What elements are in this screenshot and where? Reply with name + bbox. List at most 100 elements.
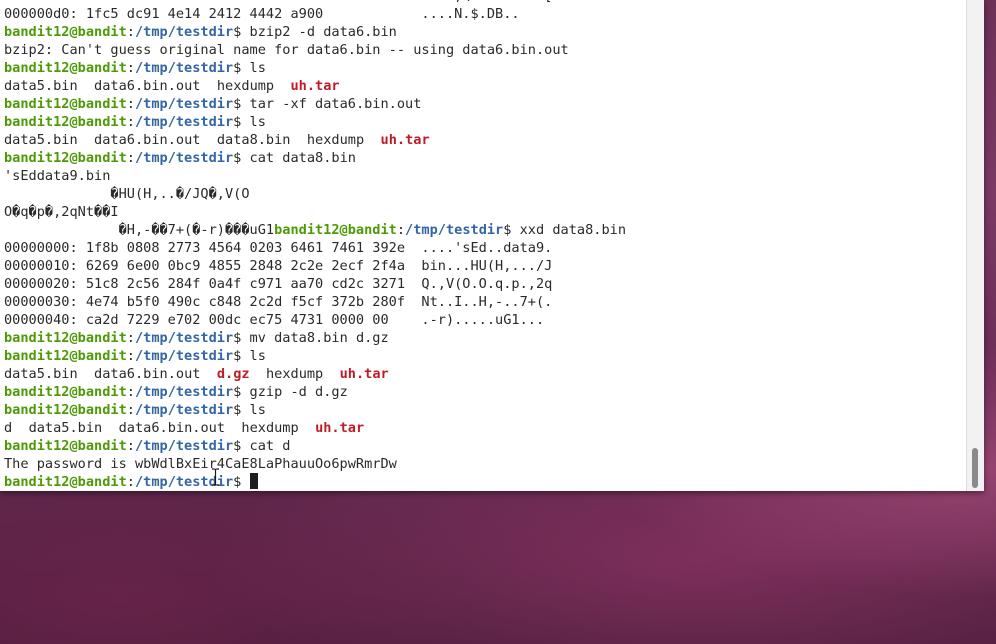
prompt-dollar: $ bbox=[233, 330, 242, 346]
prompt-path: /tmp/testdir bbox=[134, 438, 234, 454]
ls-file: hexdump bbox=[241, 420, 299, 436]
command-text: bzip2 -d data6.bin bbox=[249, 24, 397, 40]
prompt-dollar: $ bbox=[233, 150, 242, 166]
command-text: xxd data8.bin bbox=[519, 222, 627, 238]
prompt-user-host: bandit12@bandit bbox=[4, 24, 127, 40]
terminal-line: 00000030: 4e74 b5f0 490c c848 2c2d f5cf … bbox=[4, 293, 966, 311]
terminal-output[interactable]: 000000c0: 8013 3a52 3b5c e86e 7ec8 fa1c … bbox=[4, 0, 966, 491]
command-text: ls bbox=[249, 60, 266, 76]
output-text: 00000040: ca2d 7229 e702 00dc ec75 4731 … bbox=[4, 312, 545, 328]
ls-file: d bbox=[4, 420, 13, 436]
terminal-line: bandit12@bandit:/tmp/testdir$ bbox=[4, 473, 966, 491]
prompt-path: /tmp/testdir bbox=[134, 384, 234, 400]
command-text: tar -xf data6.bin.out bbox=[249, 96, 422, 112]
terminal-line: 00000040: ca2d 7229 e702 00dc ec75 4731 … bbox=[4, 311, 966, 329]
text-ibeam-cursor-icon bbox=[212, 468, 219, 486]
ls-file: data6.bin.out bbox=[94, 78, 201, 94]
prompt-path: /tmp/testdir bbox=[134, 114, 234, 130]
output-text: 000000c0: 8013 3a52 3b5c e86e 7ec8 fa1c … bbox=[4, 0, 552, 4]
terminal-line: �HU(H,..�/JQ�,V(O bbox=[4, 185, 966, 203]
terminal-window[interactable]: 000000c0: 8013 3a52 3b5c e86e 7ec8 fa1c … bbox=[0, 0, 984, 491]
ls-file: hexdump bbox=[216, 78, 275, 94]
prompt-path: /tmp/testdir bbox=[405, 222, 504, 238]
terminal-line: bandit12@bandit:/tmp/testdir$ ls bbox=[4, 113, 966, 131]
ls-file: data5.bin bbox=[4, 132, 78, 148]
ls-archive-file: d.gz bbox=[216, 366, 250, 382]
command-text: ls bbox=[249, 348, 266, 364]
command-text: mv data8.bin d.gz bbox=[249, 330, 389, 346]
terminal-line: The password is wbWdlBxEir4CaE8LaPhauuOo… bbox=[4, 455, 966, 473]
prompt-user-host: bandit12@bandit bbox=[274, 222, 397, 238]
prompt-separator: : bbox=[126, 438, 135, 454]
output-text: The password is wbWdlBxEir4CaE8LaPhauuOo… bbox=[4, 456, 397, 472]
command-text: cat data8.bin bbox=[249, 150, 356, 166]
prompt-path: /tmp/testdir bbox=[134, 24, 234, 40]
command-text: cat d bbox=[249, 438, 291, 454]
output-text: 'sEddata9.bin bbox=[4, 168, 111, 184]
terminal-line: bandit12@bandit:/tmp/testdir$ ls bbox=[4, 59, 966, 77]
ls-file: data6.bin.out bbox=[118, 420, 226, 436]
terminal-line: bzip2: Can't guess original name for dat… bbox=[4, 41, 966, 59]
terminal-line: 'sEddata9.bin bbox=[4, 167, 966, 185]
ls-file: data5.bin bbox=[4, 78, 78, 94]
output-text: �HU(H,..�/JQ�,V(O bbox=[4, 186, 250, 202]
prompt-dollar: $ bbox=[503, 222, 512, 238]
output-text: �H,-��7+(�-r)���uG1 bbox=[4, 222, 275, 238]
prompt-separator: : bbox=[396, 222, 406, 238]
prompt-user-host: bandit12@bandit bbox=[4, 96, 127, 112]
prompt-user-host: bandit12@bandit bbox=[4, 348, 127, 364]
terminal-line: data5.bin data6.bin.out hexdump uh.tar bbox=[4, 77, 966, 95]
output-text: 00000010: 6269 6e00 0bc9 4855 2848 2c2e … bbox=[4, 258, 553, 274]
terminal-line: bandit12@bandit:/tmp/testdir$ cat data8.… bbox=[4, 149, 966, 167]
command-text: gzip -d d.gz bbox=[249, 384, 348, 400]
prompt-separator: : bbox=[126, 24, 135, 40]
terminal-line: O�q�p�,2qNt��I bbox=[4, 203, 966, 221]
prompt-dollar: $ bbox=[233, 60, 242, 76]
terminal-line: 00000020: 51c8 2c56 284f 0a4f c971 aa70 … bbox=[4, 275, 966, 293]
terminal-line: bandit12@bandit:/tmp/testdir$ bzip2 -d d… bbox=[4, 23, 966, 41]
terminal-line: bandit12@bandit:/tmp/testdir$ mv data8.b… bbox=[4, 329, 966, 347]
prompt-dollar: $ bbox=[233, 348, 242, 364]
prompt-user-host: bandit12@bandit bbox=[4, 114, 127, 130]
terminal-line: bandit12@bandit:/tmp/testdir$ ls bbox=[4, 347, 966, 365]
ls-file: data5.bin bbox=[28, 420, 103, 436]
prompt-user-host: bandit12@bandit bbox=[4, 330, 127, 346]
prompt-path: /tmp/testdir bbox=[134, 150, 234, 166]
ls-archive-file: uh.tar bbox=[339, 366, 389, 382]
terminal-line: 00000000: 1f8b 0808 2773 4564 0203 6461 … bbox=[4, 239, 966, 257]
terminal-line: data5.bin data6.bin.out d.gz hexdump uh.… bbox=[4, 365, 966, 383]
prompt-path: /tmp/testdir bbox=[134, 402, 234, 418]
prompt-dollar: $ bbox=[233, 402, 242, 418]
prompt-path: /tmp/testdir bbox=[134, 96, 234, 112]
terminal-scrollbar[interactable] bbox=[966, 0, 984, 491]
terminal-line: bandit12@bandit:/tmp/testdir$ tar -xf da… bbox=[4, 95, 966, 113]
ls-file: data5.bin bbox=[4, 366, 78, 382]
ls-file: hexdump bbox=[265, 366, 324, 382]
ls-archive-file: uh.tar bbox=[290, 78, 340, 94]
ls-file: data6.bin.out bbox=[94, 366, 201, 382]
prompt-separator: : bbox=[126, 96, 135, 112]
prompt-dollar: $ bbox=[233, 96, 242, 112]
terminal-line: bandit12@bandit:/tmp/testdir$ gzip -d d.… bbox=[4, 383, 966, 401]
prompt-user-host: bandit12@bandit bbox=[4, 384, 127, 400]
ls-file: data8.bin bbox=[216, 132, 291, 148]
prompt-separator: : bbox=[126, 474, 135, 490]
terminal-line: 000000d0: 1fc5 dc91 4e14 2412 4442 a900 … bbox=[4, 5, 966, 23]
prompt-path: /tmp/testdir bbox=[134, 348, 234, 364]
prompt-dollar: $ bbox=[233, 384, 242, 400]
block-cursor-icon bbox=[249, 473, 258, 489]
terminal-line: data5.bin data6.bin.out data8.bin hexdum… bbox=[4, 131, 966, 149]
ls-archive-file: uh.tar bbox=[380, 132, 430, 148]
prompt-user-host: bandit12@bandit bbox=[4, 402, 127, 418]
prompt-dollar: $ bbox=[233, 24, 242, 40]
ls-archive-file: uh.tar bbox=[315, 420, 365, 436]
command-text: ls bbox=[249, 402, 266, 418]
prompt-dollar: $ bbox=[233, 114, 242, 130]
ls-file: data6.bin.out bbox=[94, 132, 201, 148]
scrollbar-thumb[interactable] bbox=[972, 448, 978, 488]
prompt-user-host: bandit12@bandit bbox=[4, 150, 127, 166]
prompt-path: /tmp/testdir bbox=[134, 60, 234, 76]
output-text: 00000030: 4e74 b5f0 490c c848 2c2d f5cf … bbox=[4, 294, 553, 310]
ls-file: hexdump bbox=[306, 132, 365, 148]
prompt-separator: : bbox=[126, 402, 135, 418]
